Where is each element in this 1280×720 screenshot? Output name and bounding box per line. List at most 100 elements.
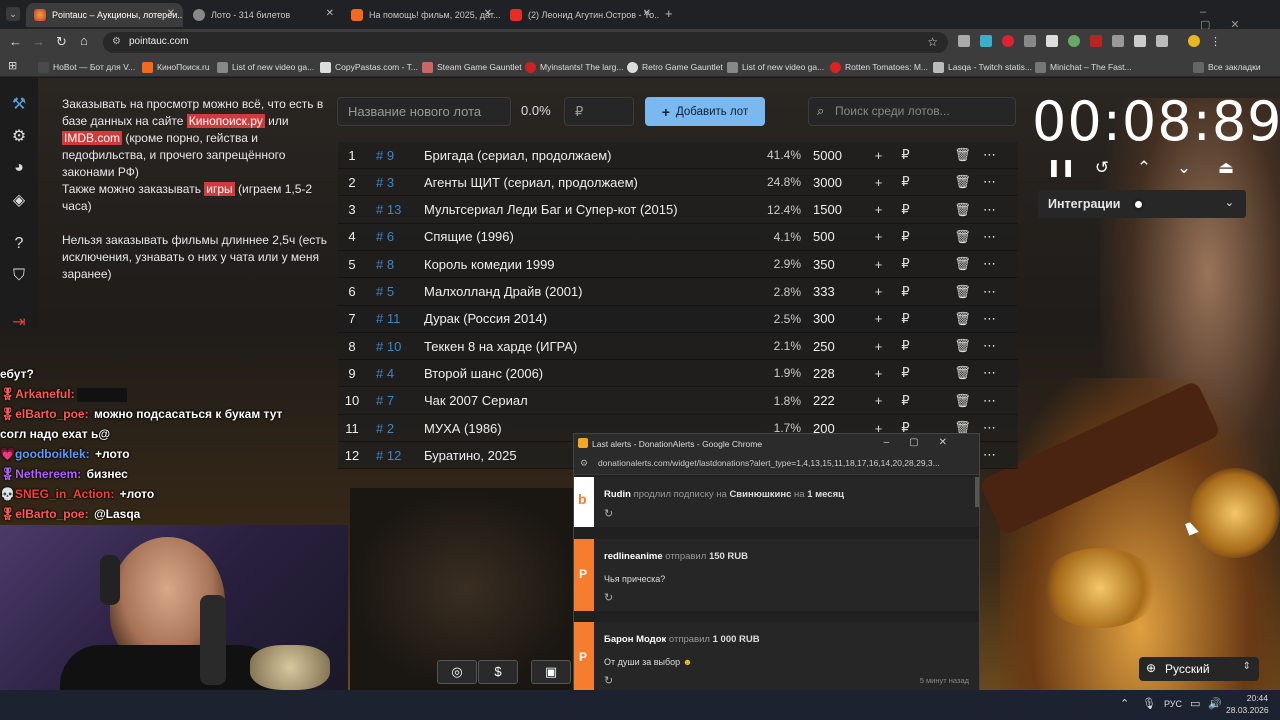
lot-name[interactable]: Мультсериал Леди Баг и Супер-кот (2015) [424,202,749,217]
extension-icon[interactable] [1046,35,1058,47]
plus-icon[interactable]: + [865,366,892,381]
bookmark-item[interactable]: Myinstants! The larg... [525,59,623,75]
back-icon[interactable]: ← [9,34,22,49]
settings-gear-icon[interactable]: ⚙ [0,120,38,152]
new-lot-name-input[interactable]: Название нового лота [337,97,511,126]
lot-name[interactable]: Теккен 8 на харде (ИГРА) [424,339,749,354]
plus-icon[interactable]: + [865,311,892,326]
lot-row[interactable]: 4 # 6 Спящие (1996) 4.1% 500 + ₽ 🗑 ⋯ [338,223,1018,251]
more-options-icon[interactable]: ⋯ [976,147,1003,163]
lot-id[interactable]: # 7 [366,393,424,408]
lot-row[interactable]: 10 # 7 Чак 2007 Сериал 1.8% 222 + ₽ 🗑 ⋯ [338,387,1018,415]
more-options-icon[interactable]: ⋯ [976,202,1003,218]
trash-icon[interactable]: 🗑 [949,311,976,327]
microphone-icon[interactable]: 🎙 [1142,697,1156,710]
more-options-icon[interactable]: ⋯ [976,229,1003,245]
more-options-icon[interactable]: ⋯ [976,420,1003,436]
layers-icon[interactable]: ◈ [0,184,38,216]
extension-icon[interactable] [1024,35,1036,47]
lot-id[interactable]: # 6 [366,229,424,244]
close-tab-icon[interactable]: ✕ [643,8,651,19]
replay-icon[interactable]: ↻ [604,674,613,687]
tab-kinopoisk[interactable]: На помощь! фильм, 2025, дат... ✕ [343,3,500,27]
lot-name[interactable]: Агенты ЩИТ (сериал, продолжаем) [424,175,749,190]
home-icon[interactable]: ⌂ [80,33,88,48]
ruble-icon[interactable]: ₽ [892,202,919,218]
lot-row[interactable]: 5 # 8 Король комедии 1999 2.9% 350 + ₽ 🗑 ⋯ [338,251,1018,279]
more-options-icon[interactable]: ⋯ [976,338,1003,354]
site-info-icon[interactable]: ⚙ [112,36,121,47]
replay-icon[interactable]: ↻ [604,591,613,604]
lot-amount[interactable]: 228 [801,366,865,381]
lot-name[interactable]: Спящие (1996) [424,229,749,244]
tab-youtube[interactable]: (2) Леонид Агутин.Остров - Yo... ✕ [502,3,659,27]
bookmark-item[interactable]: Minichat – The Fast... [1035,59,1132,75]
bookmark-item[interactable]: КиноПоиск.ru [142,59,210,75]
lot-amount[interactable]: 350 [801,257,865,272]
all-bookmarks[interactable]: Все закладки [1193,59,1261,75]
lot-name[interactable]: Дурак (Россия 2014) [424,311,749,326]
ruble-icon[interactable]: ₽ [892,338,919,354]
plus-icon[interactable]: + [865,175,892,190]
extension-icon[interactable] [1112,35,1124,47]
lot-amount[interactable]: 300 [801,311,865,326]
trash-icon[interactable]: 🗑 [949,174,976,190]
bookmark-item[interactable]: Steam Game Gauntlet [422,59,522,75]
more-options-icon[interactable]: ⋯ [976,365,1003,381]
lot-id[interactable]: # 13 [366,202,424,217]
new-tab-icon[interactable]: + [665,6,673,21]
plus-icon[interactable]: + [865,284,892,299]
trash-icon[interactable]: 🗑 [949,393,976,409]
window-controls[interactable]: –▢✕ [1200,6,1280,31]
lot-id[interactable]: # 3 [366,175,424,190]
donate-dollar-icon[interactable]: $ [478,660,518,684]
eject-icon[interactable]: ⏏ [1211,158,1241,180]
plus-icon[interactable]: + [865,393,892,408]
plus-icon[interactable]: + [865,339,892,354]
more-options-icon[interactable]: ⋯ [976,284,1003,300]
ruble-icon[interactable]: ₽ [892,229,919,245]
ruble-icon[interactable]: ₽ [892,174,919,190]
plus-icon[interactable]: + [865,229,892,244]
lot-id[interactable]: # 9 [366,148,424,163]
lot-amount[interactable]: 5000 [801,148,865,163]
bookmark-item[interactable]: Lasqa - Twitch statis... [933,59,1032,75]
lot-amount[interactable]: 500 [801,229,865,244]
tab-pointauc[interactable]: Pointauc – Аукционы, лотереи... ✕ [26,3,183,27]
wheel-chart-icon[interactable]: ◕ [0,152,38,184]
lot-row[interactable]: 1 # 9 Бригада (сериал, продолжаем) 41.4% 500… [338,142,1018,169]
lot-row[interactable]: 6 # 5 Малхолланд Драйв (2001) 2.8% 333 + ₽ 🗑 ⋯ [338,278,1018,306]
more-options-icon[interactable]: ⋯ [976,174,1003,190]
bookmark-item[interactable]: НоBot — Бот для V... [38,59,135,75]
plus-icon[interactable]: + [865,257,892,272]
help-icon[interactable]: ? [0,228,38,260]
lot-row[interactable]: 3 # 13 Мультсериал Леди Баг и Супер-кот (2… [338,196,1018,224]
forward-icon[interactable]: → [32,34,45,49]
profile-avatar[interactable] [1188,35,1200,47]
lot-id[interactable]: # 12 [366,448,424,463]
lot-id[interactable]: # 11 [366,311,424,326]
language-select[interactable]: ⊕ Русский ⇕ [1139,657,1259,681]
bookmark-star-icon[interactable]: ☆ [927,35,938,49]
popup-window-controls[interactable]: –▢✕ [884,437,967,448]
more-options-icon[interactable]: ⋯ [976,256,1003,272]
trash-icon[interactable]: 🗑 [949,338,976,354]
reset-icon[interactable]: ↺ [1087,158,1117,180]
apps-grid-icon[interactable]: ⊞ [8,59,17,72]
shield-icon[interactable]: ⛉ [0,260,38,292]
trash-icon[interactable]: 🗑 [949,284,976,300]
lot-amount[interactable]: 333 [801,284,865,299]
imdb-link[interactable]: IMDB.com [62,131,123,145]
puzzle-icon[interactable] [1156,35,1168,47]
close-tab-icon[interactable]: ✕ [484,8,492,19]
address-bar[interactable]: ⚙ pointauc.com ☆ [103,32,948,53]
trash-icon[interactable]: 🗑 [949,365,976,381]
lot-name[interactable]: Второй шанс (2006) [424,366,749,381]
trash-icon[interactable]: 🗑 [949,202,976,218]
integrations-dropdown[interactable]: Интеграции ⌄ [1038,190,1246,218]
lot-id[interactable]: # 5 [366,284,424,299]
lot-name[interactable]: Малхолланд Драйв (2001) [424,284,749,299]
lot-amount[interactable]: 250 [801,339,865,354]
kinopoisk-link[interactable]: Кинопоиск.ру [186,114,265,128]
ruble-icon[interactable]: ₽ [892,147,919,163]
